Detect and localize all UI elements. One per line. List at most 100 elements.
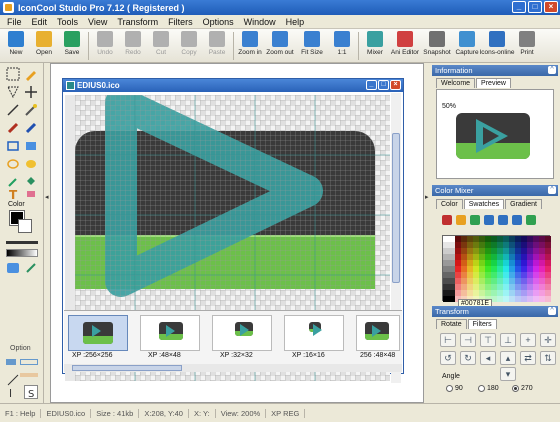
align-left-icon[interactable]: ⊢ [440,333,456,347]
airbrush-tool-icon[interactable] [24,121,38,135]
toolbar-paste-button[interactable]: Paste [203,29,231,63]
thumbnail-32[interactable] [212,315,272,351]
dropper-tool-icon[interactable] [24,261,38,275]
align-right-icon[interactable]: ⊣ [460,333,476,347]
toolbar-copy-button[interactable]: Copy [175,29,203,63]
tab-swatches[interactable]: Swatches [463,199,505,209]
doc-close-button[interactable]: × [390,80,401,90]
toolbar-zoom-in-button[interactable]: Zoom in [236,29,264,63]
information-panel-header[interactable]: Information ^ [432,65,558,76]
doc-maximize-button[interactable]: □ [378,80,389,90]
tab-filters[interactable]: Filters [467,319,497,329]
minimize-button[interactable]: _ [512,1,526,13]
filled-ellipse-tool-icon[interactable] [24,157,38,171]
transform-panel-header[interactable]: Transform ^ [432,306,558,317]
collapse-left-icon[interactable]: ◂ [45,193,49,201]
pencil-tool-icon[interactable] [24,67,38,81]
toolbar-open-button[interactable]: Open [30,29,58,63]
rectangle-tool-icon[interactable] [6,139,20,153]
toolbar-undo-button[interactable]: Undo [91,29,119,63]
rotate-right-icon[interactable]: ↻ [460,351,476,365]
option-small-icon[interactable] [6,359,16,365]
select-tool-icon[interactable] [6,67,20,81]
toolbar-1-1-button[interactable]: 1:1 [328,29,356,63]
lasso-tool-icon[interactable] [6,85,20,99]
strip-scrollbar[interactable] [64,364,402,372]
toolbar-redo-button[interactable]: Redo [119,29,147,63]
toolbar-cut-button[interactable]: Cut [147,29,175,63]
arrow-down-icon[interactable]: ▾ [500,367,516,381]
toolbar-zoom-out-button[interactable]: Zoom out [264,29,296,63]
filled-rectangle-tool-icon[interactable] [24,139,38,153]
collapse-transform-icon[interactable]: ^ [548,307,556,315]
align-top-icon[interactable]: ⊤ [480,333,496,347]
ellipse-tool-icon[interactable] [6,157,20,171]
toolbar-snapshot-button[interactable]: Snapshot [421,29,453,63]
toolbar-mixer-button[interactable]: Mixer [361,29,389,63]
angle-90-radio[interactable]: 90 [446,385,463,392]
thumbnail-256-48[interactable] [356,315,400,351]
color-mixer-panel-header[interactable]: Color Mixer ^ [432,185,558,196]
toolbar-print-button[interactable]: Print [513,29,541,63]
arrow-left-icon[interactable]: ◂ [480,351,496,365]
doc-minimize-button[interactable]: _ [366,80,377,90]
text-tool-icon[interactable]: T [6,187,20,202]
menu-options[interactable]: Options [198,17,239,27]
line-width-bar[interactable] [6,241,38,244]
tab-preview[interactable]: Preview [476,78,511,88]
line-tool-icon[interactable] [6,103,20,117]
tab-gradient[interactable]: Gradient [505,199,542,209]
vertical-scroll-thumb[interactable] [392,133,400,283]
brush-tool-icon[interactable] [6,121,20,135]
menu-transform[interactable]: Transform [112,17,163,27]
center-horizontal-icon[interactable]: + [520,333,536,347]
swatch-open-icon[interactable] [456,215,466,225]
tab-color[interactable]: Color [436,199,463,209]
gradient-bar[interactable] [6,249,38,257]
tab-welcome[interactable]: Welcome [436,78,476,88]
thumbnail-256[interactable] [68,315,128,351]
menu-file[interactable]: File [2,17,27,27]
toolbar-fit-size-button[interactable]: Fit Size [296,29,328,63]
background-color-swatch[interactable] [18,219,32,233]
swatch-add-icon[interactable] [526,215,536,225]
strip-scroll-thumb[interactable] [72,365,182,371]
maximize-button[interactable]: □ [528,1,542,13]
option-bar-icon[interactable] [20,373,38,377]
align-bottom-icon[interactable]: ⊥ [500,333,516,347]
center-icon[interactable]: ✛ [540,333,556,347]
collapse-information-icon[interactable]: ^ [548,66,556,74]
menu-tools[interactable]: Tools [52,17,83,27]
toolbar-save-button[interactable]: Save [58,29,86,63]
angle-180-radio[interactable]: 180 [478,385,499,392]
zoom-tool-icon[interactable] [6,261,20,275]
hook-tool-icon[interactable]: l [6,385,20,400]
swatch-cell[interactable] [545,296,551,302]
arrow-up-icon[interactable]: ▴ [500,351,516,365]
color-swatch-grid[interactable] [442,235,551,302]
eraser-tool-icon[interactable] [24,187,38,201]
s-tool-icon[interactable]: S [24,385,38,400]
toolbar-ani-editor-button[interactable]: Ani Editor [389,29,421,63]
move-tool-icon[interactable] [24,85,38,99]
menu-help[interactable]: Help [281,17,310,27]
toolbar-new-button[interactable]: New [2,29,30,63]
menu-edit[interactable]: Edit [27,17,53,27]
swatch-new-icon[interactable] [442,215,452,225]
wand-tool-icon[interactable] [24,103,38,117]
tab-rotate[interactable]: Rotate [436,319,467,329]
toolbar-capture-button[interactable]: Capture [453,29,481,63]
close-button[interactable]: × [544,1,558,13]
thumbnail-48[interactable] [140,315,200,351]
flip-vertical-icon[interactable]: ⇅ [540,351,556,365]
menu-filters[interactable]: Filters [163,17,198,27]
toolbar-icons-online-button[interactable]: Icons-online [479,29,515,63]
option-wide-icon[interactable] [20,359,38,365]
collapse-right-icon[interactable]: ▸ [425,193,429,201]
menu-view[interactable]: View [83,17,112,27]
swatch-save-icon[interactable] [470,215,480,225]
swatch-paste-icon[interactable] [512,215,522,225]
menu-window[interactable]: Window [239,17,281,27]
collapse-color-mixer-icon[interactable]: ^ [548,186,556,194]
angle-270-radio[interactable]: 270 [512,385,533,392]
